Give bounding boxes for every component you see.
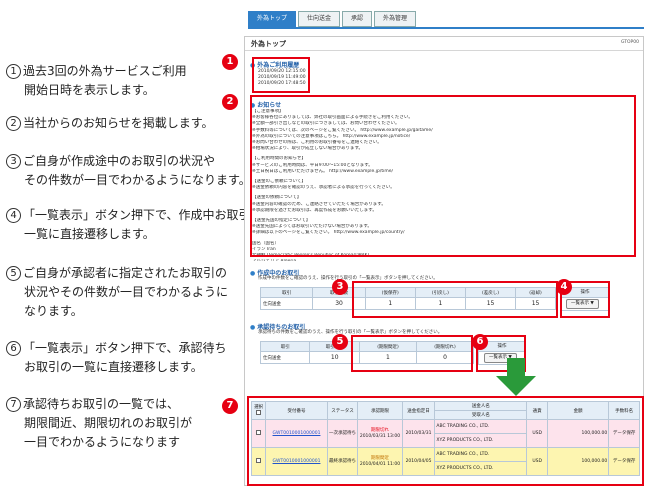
- deadline-cell: 期限切れ 2010/03/31 13:00: [357, 419, 403, 448]
- main-tabs: 外為トップ 仕向送金 承認 外為管理: [248, 11, 417, 27]
- column-header: 取引: [259, 341, 311, 352]
- step-2: 2 当社からのお知らせを掲載します。: [6, 114, 234, 133]
- column-header: ステータス: [326, 401, 359, 420]
- deadline-cell: 期限間近 2010/04/01 11:00: [357, 447, 403, 476]
- approval-waiting-list: 選択 受付番号 ステータス 承認期限 送金指定日 送金人名 通貨 金額 手数料名…: [250, 401, 640, 476]
- receipt-number-link[interactable]: GWT0010001000001: [265, 419, 328, 448]
- column-header: 受付番号: [265, 401, 328, 420]
- step-number: 2: [6, 116, 21, 131]
- currency-cell: USD: [526, 447, 548, 476]
- status-cell: 最終承認待ち: [326, 447, 359, 476]
- receiver-cell: XYZ PRODUCTS CO., LTD.: [434, 461, 528, 476]
- screen-code: GTOP00: [620, 40, 639, 45]
- column-header: 取引: [259, 287, 314, 298]
- step-number: 1: [6, 64, 21, 79]
- column-header: 受取人名: [434, 410, 528, 420]
- step-6: 6 「一覧表示」ボタン押下で、承認待ち お取引の一覧に直接遷移します。: [6, 339, 234, 377]
- select-all-checkbox[interactable]: [256, 410, 262, 415]
- date-cell: 2010/03/31: [401, 419, 436, 448]
- step-3: 3 ご自身が作成途中のお取引の状況や その件数が一目でわかるようになります。: [6, 152, 251, 190]
- step-number: 4: [6, 208, 21, 223]
- status-cell: 一次承認待ち: [326, 419, 359, 448]
- page-title: 外為トップ: [251, 40, 286, 48]
- callout-badge-7: 7: [222, 398, 238, 414]
- date-cell: 2010/04/05: [401, 447, 436, 476]
- transaction-type: 仕向送金: [259, 297, 314, 310]
- tab-remittance[interactable]: 仕向送金: [298, 11, 341, 27]
- select-column-header: 選択: [250, 401, 267, 420]
- callout-frame-2: [250, 95, 636, 257]
- tab-top[interactable]: 外為トップ: [248, 11, 297, 27]
- sender-cell: ABC TRADING CO., LTD.: [434, 419, 528, 434]
- step-number: 5: [6, 266, 21, 281]
- sender-cell: ABC TRADING CO., LTD.: [434, 447, 528, 462]
- row-checkbox[interactable]: [256, 457, 262, 463]
- deadline-status: 期限間近: [371, 456, 389, 461]
- receiver-cell: XYZ PRODUCTS CO., LTD.: [434, 433, 528, 448]
- step-number: 7: [6, 397, 21, 412]
- step-1: 1 過去3回の外為サービスご利用 開始日時を表示します。: [6, 62, 234, 100]
- step-number: 3: [6, 154, 21, 169]
- callout-frame-1: [252, 57, 310, 93]
- fee-cell: データ保存: [608, 447, 640, 476]
- table-row: GWT0010001000001 一次承認待ち 期限切れ 2010/03/31 1…: [250, 419, 640, 448]
- row-select-cell: [250, 419, 267, 448]
- row-checkbox[interactable]: [256, 429, 262, 435]
- column-header: 送金人名: [434, 401, 528, 411]
- column-header: 通貨: [526, 401, 548, 420]
- notice-line: アルジェリア Algeria: [252, 259, 620, 261]
- bullet-icon: ●: [250, 270, 256, 277]
- callout-frame-3: [352, 281, 558, 318]
- step-7: 7 承認待ちお取引の一覧では、 期限間近、期限切れのお取引が 一目でわかるようにな…: [6, 395, 234, 452]
- column-header: 金額: [546, 401, 610, 420]
- callout-badge-6: 6: [472, 334, 488, 350]
- tab-underline: [248, 27, 644, 29]
- explanation-column: 1 過去3回の外為サービスご利用 開始日時を表示します。 2 当社からのお知らせを掲…: [6, 0, 263, 491]
- callout-badge-2: 2: [222, 94, 238, 110]
- page-header: 外為トップ GTOP00: [245, 37, 643, 51]
- amount-cell: 100,000.00: [546, 447, 610, 476]
- row-select-cell: [250, 447, 267, 476]
- tab-approval[interactable]: 承認: [342, 11, 373, 27]
- step-4: 4 「一覧表示」ボタン押下で、作成中お取引の 一覧に直接遷移します。: [6, 206, 263, 244]
- transaction-type: 仕向送金: [259, 351, 311, 364]
- callout-badge-5: 5: [332, 334, 348, 350]
- column-header: 承認期限: [357, 401, 403, 420]
- callout-badge-3: 3: [332, 279, 348, 295]
- currency-cell: USD: [526, 419, 548, 448]
- column-header: 手数料名: [608, 401, 640, 420]
- column-header: 送金指定日: [401, 401, 436, 420]
- amount-cell: 100,000.00: [546, 419, 610, 448]
- table-row: GWT0010001000001 最終承認待ち 期限間近 2010/04/01 1…: [250, 447, 640, 476]
- down-arrow-icon: [496, 358, 536, 396]
- callout-badge-1: 1: [222, 54, 238, 70]
- receipt-number-link[interactable]: GWT0010001000001: [265, 447, 328, 476]
- callout-badge-4: 4: [556, 279, 572, 295]
- fee-cell: データ保存: [608, 419, 640, 448]
- step-number: 6: [6, 341, 21, 356]
- deadline-status: 期限切れ: [371, 428, 389, 433]
- callout-frame-5: [351, 335, 473, 372]
- tab-management[interactable]: 外為管理: [374, 11, 417, 27]
- bullet-icon: ●: [250, 324, 256, 331]
- step-5: 5 ご自身が承認者に指定されたお取引の 状況やその件数が一目でわかるように なりま…: [6, 264, 234, 321]
